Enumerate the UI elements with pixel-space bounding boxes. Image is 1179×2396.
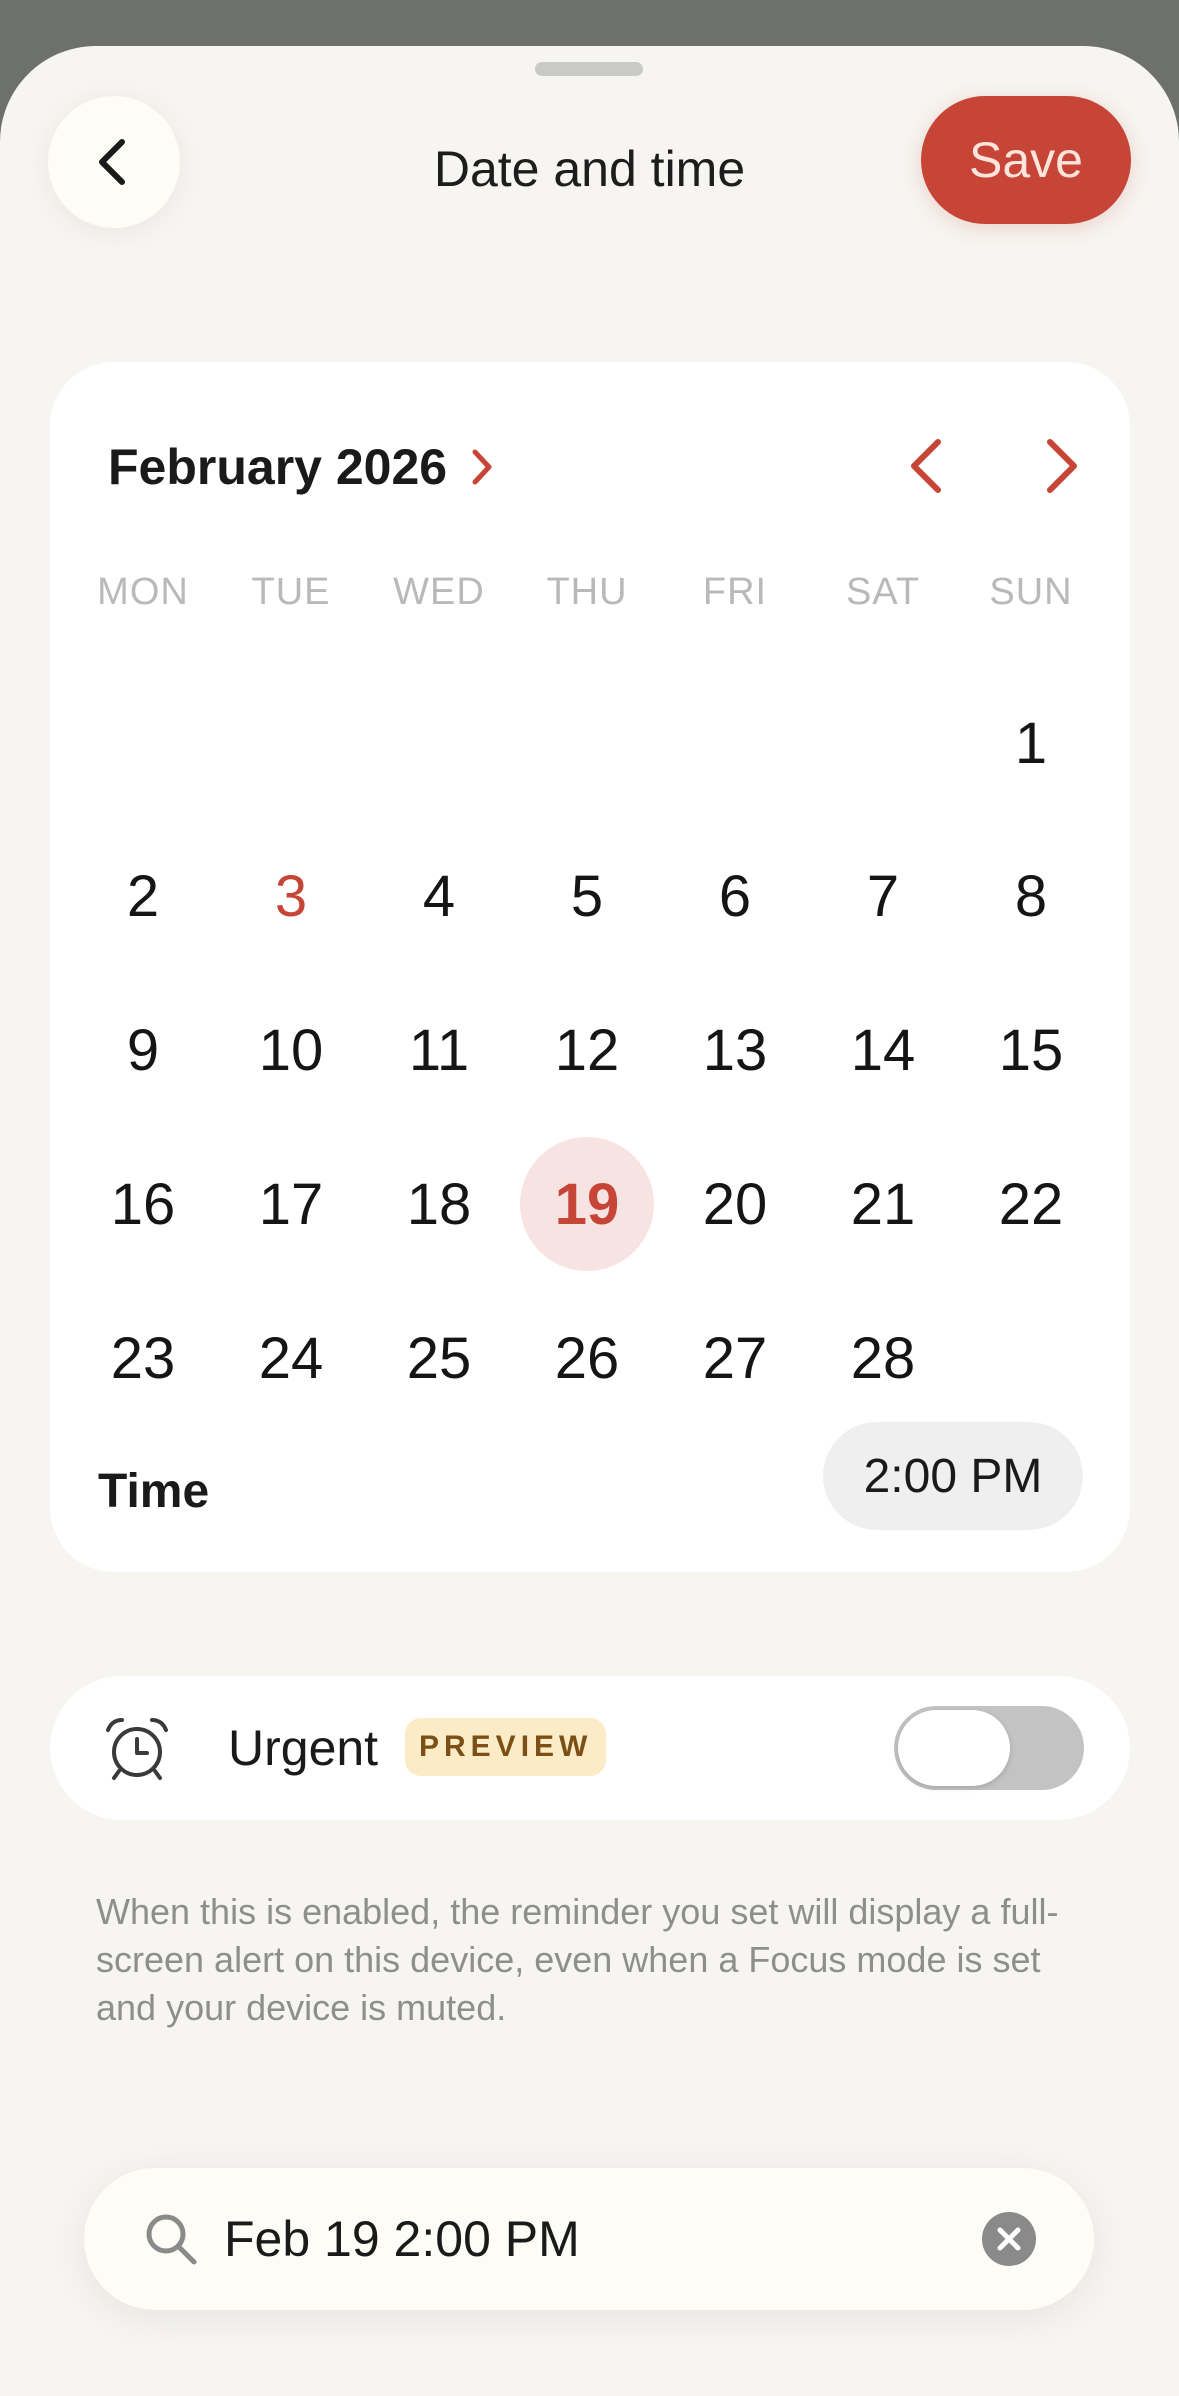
calendar-day[interactable]: 21 — [816, 1137, 950, 1271]
calendar-day[interactable]: 22 — [964, 1137, 1098, 1271]
calendar-day[interactable]: 1 — [964, 676, 1098, 810]
urgent-help-text: When this is enabled, the reminder you s… — [96, 1891, 1059, 2028]
calendar-day[interactable]: 2 — [76, 829, 210, 963]
calendar-day[interactable]: 4 — [372, 829, 506, 963]
calendar-day[interactable]: 20 — [668, 1137, 802, 1271]
calendar-day[interactable]: 11 — [372, 983, 506, 1117]
calendar-day[interactable]: 6 — [668, 829, 802, 963]
search-bar — [84, 2168, 1094, 2310]
chevron-right-icon — [467, 446, 497, 488]
calendar-day[interactable]: 9 — [76, 983, 210, 1117]
calendar-day[interactable]: 12 — [520, 983, 654, 1117]
time-picker-button[interactable]: 2:00 PM — [823, 1422, 1083, 1530]
weekday-label: SAT — [845, 571, 921, 613]
weekday-label: WED — [393, 571, 485, 613]
bottom-sheet: Date and time Save February 2026 MON TUE… — [0, 46, 1179, 2396]
urgent-toggle[interactable] — [894, 1706, 1084, 1790]
month-label: February 2026 — [108, 439, 448, 495]
calendar-day[interactable]: 17 — [224, 1137, 358, 1271]
calendar-day[interactable]: 18 — [372, 1137, 506, 1271]
calendar-day[interactable]: 28 — [816, 1291, 950, 1425]
weekday-label: TUE — [251, 571, 331, 613]
calendar-day[interactable]: 26 — [520, 1291, 654, 1425]
clear-button[interactable] — [981, 2211, 1037, 2272]
calendar-day[interactable]: 15 — [964, 983, 1098, 1117]
weekday-label: THU — [546, 571, 628, 613]
previous-month-button[interactable] — [886, 426, 966, 506]
chevron-left-icon — [911, 439, 941, 493]
next-month-button[interactable] — [1022, 426, 1102, 506]
calendar-day[interactable]: 16 — [76, 1137, 210, 1271]
clear-icon — [982, 2212, 1036, 2266]
calendar-day[interactable]: 23 — [76, 1291, 210, 1425]
calendar-day[interactable]: 27 — [668, 1291, 802, 1425]
calendar-day[interactable]: 3 — [224, 829, 358, 963]
sheet-grabber[interactable] — [535, 62, 643, 76]
preview-badge: PREVIEW — [405, 1718, 607, 1776]
weekday-header: MON TUE WED THU FRI SAT SUN — [50, 562, 1130, 622]
calendar-day[interactable]: 25 — [372, 1291, 506, 1425]
calendar-day-selected[interactable]: 19 — [520, 1137, 654, 1271]
calendar-day[interactable]: 13 — [668, 983, 802, 1117]
month-selector[interactable]: February 2026 — [108, 432, 497, 502]
calendar-day[interactable]: 10 — [224, 983, 358, 1117]
weekday-label: FRI — [702, 571, 768, 613]
chevron-right-icon — [1047, 439, 1077, 493]
calendar-day[interactable]: 24 — [224, 1291, 358, 1425]
time-label: Time — [98, 1465, 210, 1518]
calendar-day[interactable]: 14 — [816, 983, 950, 1117]
search-input[interactable] — [224, 2198, 924, 2280]
weekday-label: SUN — [989, 571, 1073, 613]
calendar-day[interactable]: 8 — [964, 829, 1098, 963]
urgent-label: Urgent — [228, 1720, 379, 1776]
weekday-label: MON — [97, 571, 189, 613]
search-icon — [142, 2210, 200, 2273]
alarm-clock-icon — [102, 1714, 172, 1789]
calendar-day[interactable]: 5 — [520, 829, 654, 963]
save-button[interactable]: Save — [921, 96, 1131, 224]
toggle-knob — [898, 1710, 1010, 1786]
urgent-row: Urgent PREVIEW — [50, 1676, 1130, 1820]
calendar-card: February 2026 MON TUE WED THU FRI SAT SU… — [50, 362, 1130, 1572]
calendar-day[interactable]: 7 — [816, 829, 950, 963]
